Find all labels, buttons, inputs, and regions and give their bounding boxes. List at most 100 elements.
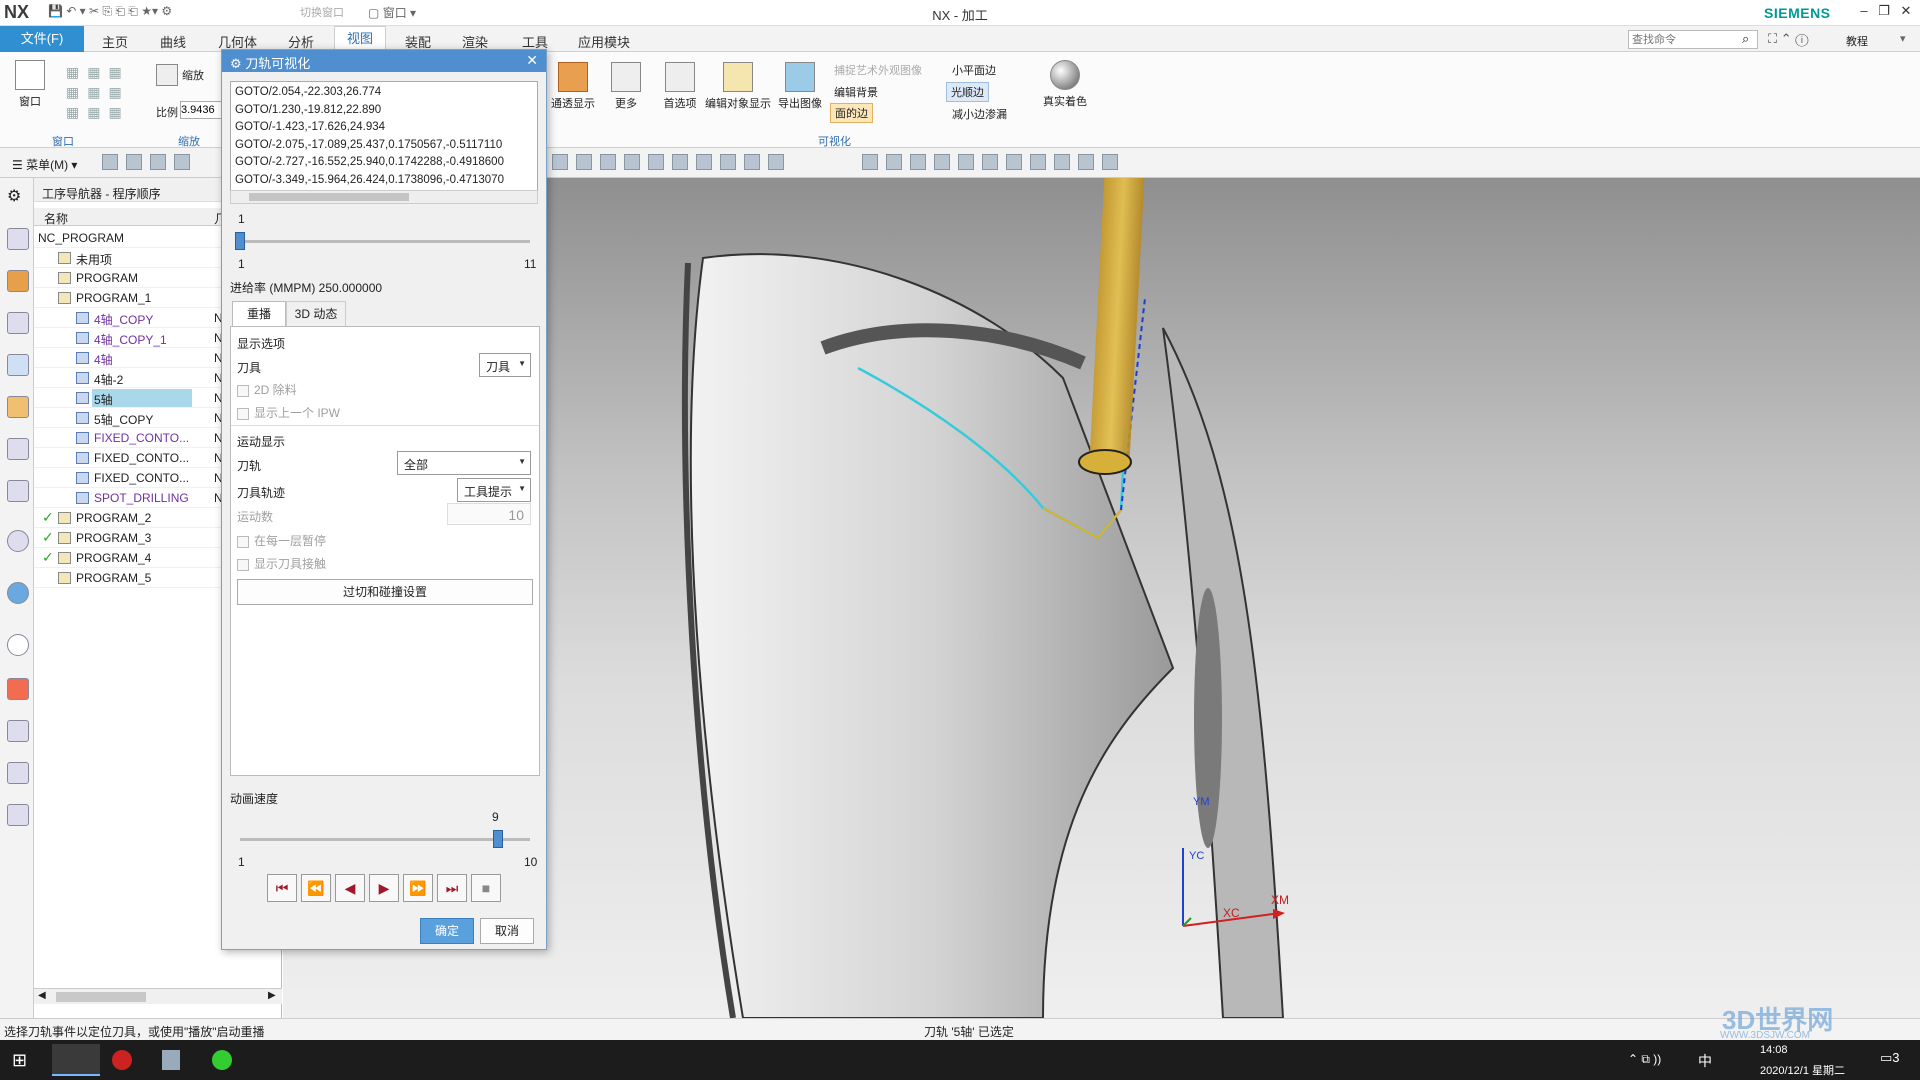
selection-filter-icons[interactable] — [98, 154, 194, 170]
reduce-edge-leak-button[interactable]: 减小边渗漏 — [952, 106, 1007, 122]
zoom-button[interactable]: 缩放 — [156, 64, 204, 86]
window-button[interactable]: 窗口 — [10, 60, 50, 109]
show-prev-ipw-checkbox[interactable]: 显示上一个 IPW — [237, 404, 340, 421]
clock-time[interactable]: 14:08 — [1760, 1044, 1788, 1056]
operation-icon — [76, 312, 89, 324]
export-image-button[interactable]: 导出图像 — [776, 62, 824, 111]
settings-icon[interactable]: ⚙ — [7, 186, 29, 208]
tab-3d-dynamic[interactable]: 3D 动态 — [286, 301, 346, 326]
window-btn-label: 窗口 — [19, 96, 41, 108]
small-plane-edges-button[interactable]: 小平面边 — [952, 62, 996, 78]
windows-start-icon[interactable]: ⊞ — [12, 1050, 27, 1071]
step-forward-button[interactable]: ⏩ — [403, 874, 433, 902]
scroll-thumb[interactable] — [56, 992, 146, 1002]
menu-button[interactable]: ☰ 菜单(M) ▾ — [12, 156, 77, 173]
minimize-button[interactable]: – — [1854, 3, 1874, 21]
goto-hscroll-thumb[interactable] — [249, 193, 409, 201]
scale-input[interactable] — [180, 101, 222, 119]
ime-indicator[interactable]: 中 — [1698, 1051, 1712, 1071]
tab-curve[interactable]: 曲线 — [160, 32, 186, 51]
file-menu[interactable]: 文件(F) — [0, 26, 84, 52]
calculator-app[interactable] — [162, 1050, 180, 1070]
position-slider-knob[interactable] — [235, 232, 245, 250]
face-edges-button[interactable]: 面的边 — [830, 103, 873, 123]
speed-slider-knob[interactable] — [492, 830, 503, 848]
more-button[interactable]: 更多 — [608, 62, 644, 111]
clock-date[interactable]: 2020/12/1 星期二 — [1760, 1062, 1845, 1078]
fast-forward-to-end-button[interactable]: ⏭ — [437, 874, 467, 902]
edit-background-button[interactable]: 编辑背景 — [834, 84, 878, 100]
system-tray-icons[interactable]: ⌃ ⧉ )) — [1628, 1052, 1661, 1067]
more-icon[interactable]: ▾ — [1900, 32, 1906, 45]
nx-taskbar-app[interactable] — [52, 1044, 100, 1076]
process-studio-icon[interactable] — [7, 720, 29, 742]
web-browser-icon[interactable] — [7, 582, 29, 604]
tool-dropdown[interactable]: 刀具 — [479, 353, 531, 377]
cancel-button[interactable]: 取消 — [480, 918, 534, 944]
col-name-header[interactable]: 名称 — [44, 210, 68, 227]
view-orient-icons[interactable] — [858, 154, 1122, 170]
machining-feature-icon[interactable] — [7, 438, 29, 460]
history-icon[interactable] — [7, 634, 29, 656]
goto-line[interactable]: GOTO/-3.349,-15.964,26.424,0.1738096,-0.… — [235, 172, 533, 190]
operation-navigator-icon[interactable] — [7, 354, 29, 376]
play-button[interactable]: ▶ — [369, 874, 399, 902]
restore-button[interactable]: ❐ — [1874, 3, 1894, 21]
search-input[interactable] — [1628, 30, 1758, 49]
reuse-library-icon[interactable] — [7, 480, 29, 502]
goto-line[interactable]: GOTO/-2.075,-17.089,25.437,0.1750567,-0.… — [235, 137, 533, 155]
scroll-left-icon[interactable]: ◀ — [38, 990, 46, 1001]
info-icon[interactable] — [7, 530, 29, 552]
palette-icon[interactable] — [7, 678, 29, 700]
show-contact-checkbox[interactable]: 显示刀具接触 — [237, 555, 326, 572]
transparent-display-button[interactable]: 通透显示 — [548, 62, 598, 111]
tab-home[interactable]: 主页 — [102, 32, 128, 51]
tab-applications[interactable]: 应用模块 — [578, 32, 630, 51]
taskbar-app-4[interactable] — [212, 1050, 232, 1070]
smooth-edges-button[interactable]: 光顺边 — [946, 82, 989, 102]
goto-line[interactable]: GOTO/2.054,-22.303,26.774 — [235, 84, 533, 102]
search-icon[interactable]: ⌕ — [1742, 31, 1749, 47]
operation-icon — [76, 412, 89, 424]
true-shading-button[interactable]: 真实着色 — [1040, 60, 1090, 109]
stop-button[interactable]: ■ — [471, 874, 501, 902]
navigator-scrollbar[interactable]: ◀ ▶ — [34, 988, 282, 1004]
tab-replay[interactable]: 重播 — [232, 301, 286, 327]
dialog-titlebar[interactable]: ⚙ 刀轨可视化 ✕ — [222, 50, 546, 72]
close-button[interactable]: ✕ — [1896, 3, 1916, 21]
goto-list[interactable]: GOTO/2.054,-22.303,26.774 GOTO/1.230,-19.… — [230, 81, 538, 203]
machine-tool-navigator-icon[interactable] — [7, 396, 29, 418]
taskbar-app-2[interactable] — [112, 1050, 132, 1070]
constraint-navigator-icon[interactable] — [7, 270, 29, 292]
position-slider-track[interactable] — [240, 240, 530, 243]
toolbar-options-icons[interactable]: ⛶ ⌃ ⓘ — [1768, 31, 1808, 47]
part-navigator-icon[interactable] — [7, 312, 29, 334]
remove-2d-checkbox[interactable]: 2D 除料 — [237, 381, 297, 398]
layout-grid-icons[interactable]: ▦▦▦ ▦▦▦ ▦▦▦ — [66, 62, 132, 122]
dialog-close-icon[interactable]: ✕ — [526, 52, 538, 69]
capture-art-button[interactable]: 捕捉艺术外观图像 — [834, 62, 922, 78]
path-dropdown[interactable]: 全部 — [397, 451, 531, 475]
speed-slider-track[interactable] — [240, 838, 530, 841]
assembly-navigator-icon[interactable] — [7, 228, 29, 250]
snap-point-icons[interactable] — [548, 154, 788, 170]
pause-each-layer-checkbox[interactable]: 在每一层暂停 — [237, 532, 326, 549]
goto-hscroll[interactable] — [230, 190, 538, 204]
goto-line[interactable]: GOTO/-1.423,-17.626,24.934 — [235, 119, 533, 137]
preferences-button[interactable]: 首选项 — [660, 62, 700, 111]
play-reverse-button[interactable]: ◀ — [335, 874, 365, 902]
edit-object-display-button[interactable]: 编辑对象显示 — [702, 62, 774, 111]
notification-icon[interactable]: ▭3 — [1880, 1050, 1900, 1066]
role-icon[interactable] — [7, 804, 29, 826]
motion-count-input[interactable]: 10 — [447, 503, 531, 525]
gouge-collision-settings-button[interactable]: 过切和碰撞设置 — [237, 579, 533, 605]
manufacturing-wizard-icon[interactable] — [7, 762, 29, 784]
trace-dropdown[interactable]: 工具提示 — [457, 478, 531, 502]
rewind-to-start-button[interactable]: ⏮ — [267, 874, 297, 902]
goto-line[interactable]: GOTO/1.230,-19.812,22.890 — [235, 102, 533, 120]
goto-line[interactable]: GOTO/-2.727,-16.552,25.940,0.1742288,-0.… — [235, 154, 533, 172]
step-back-button[interactable]: ⏪ — [301, 874, 331, 902]
help-label[interactable]: 教程 — [1846, 33, 1868, 49]
scroll-right-icon[interactable]: ▶ — [268, 990, 276, 1001]
ok-button[interactable]: 确定 — [420, 918, 474, 944]
